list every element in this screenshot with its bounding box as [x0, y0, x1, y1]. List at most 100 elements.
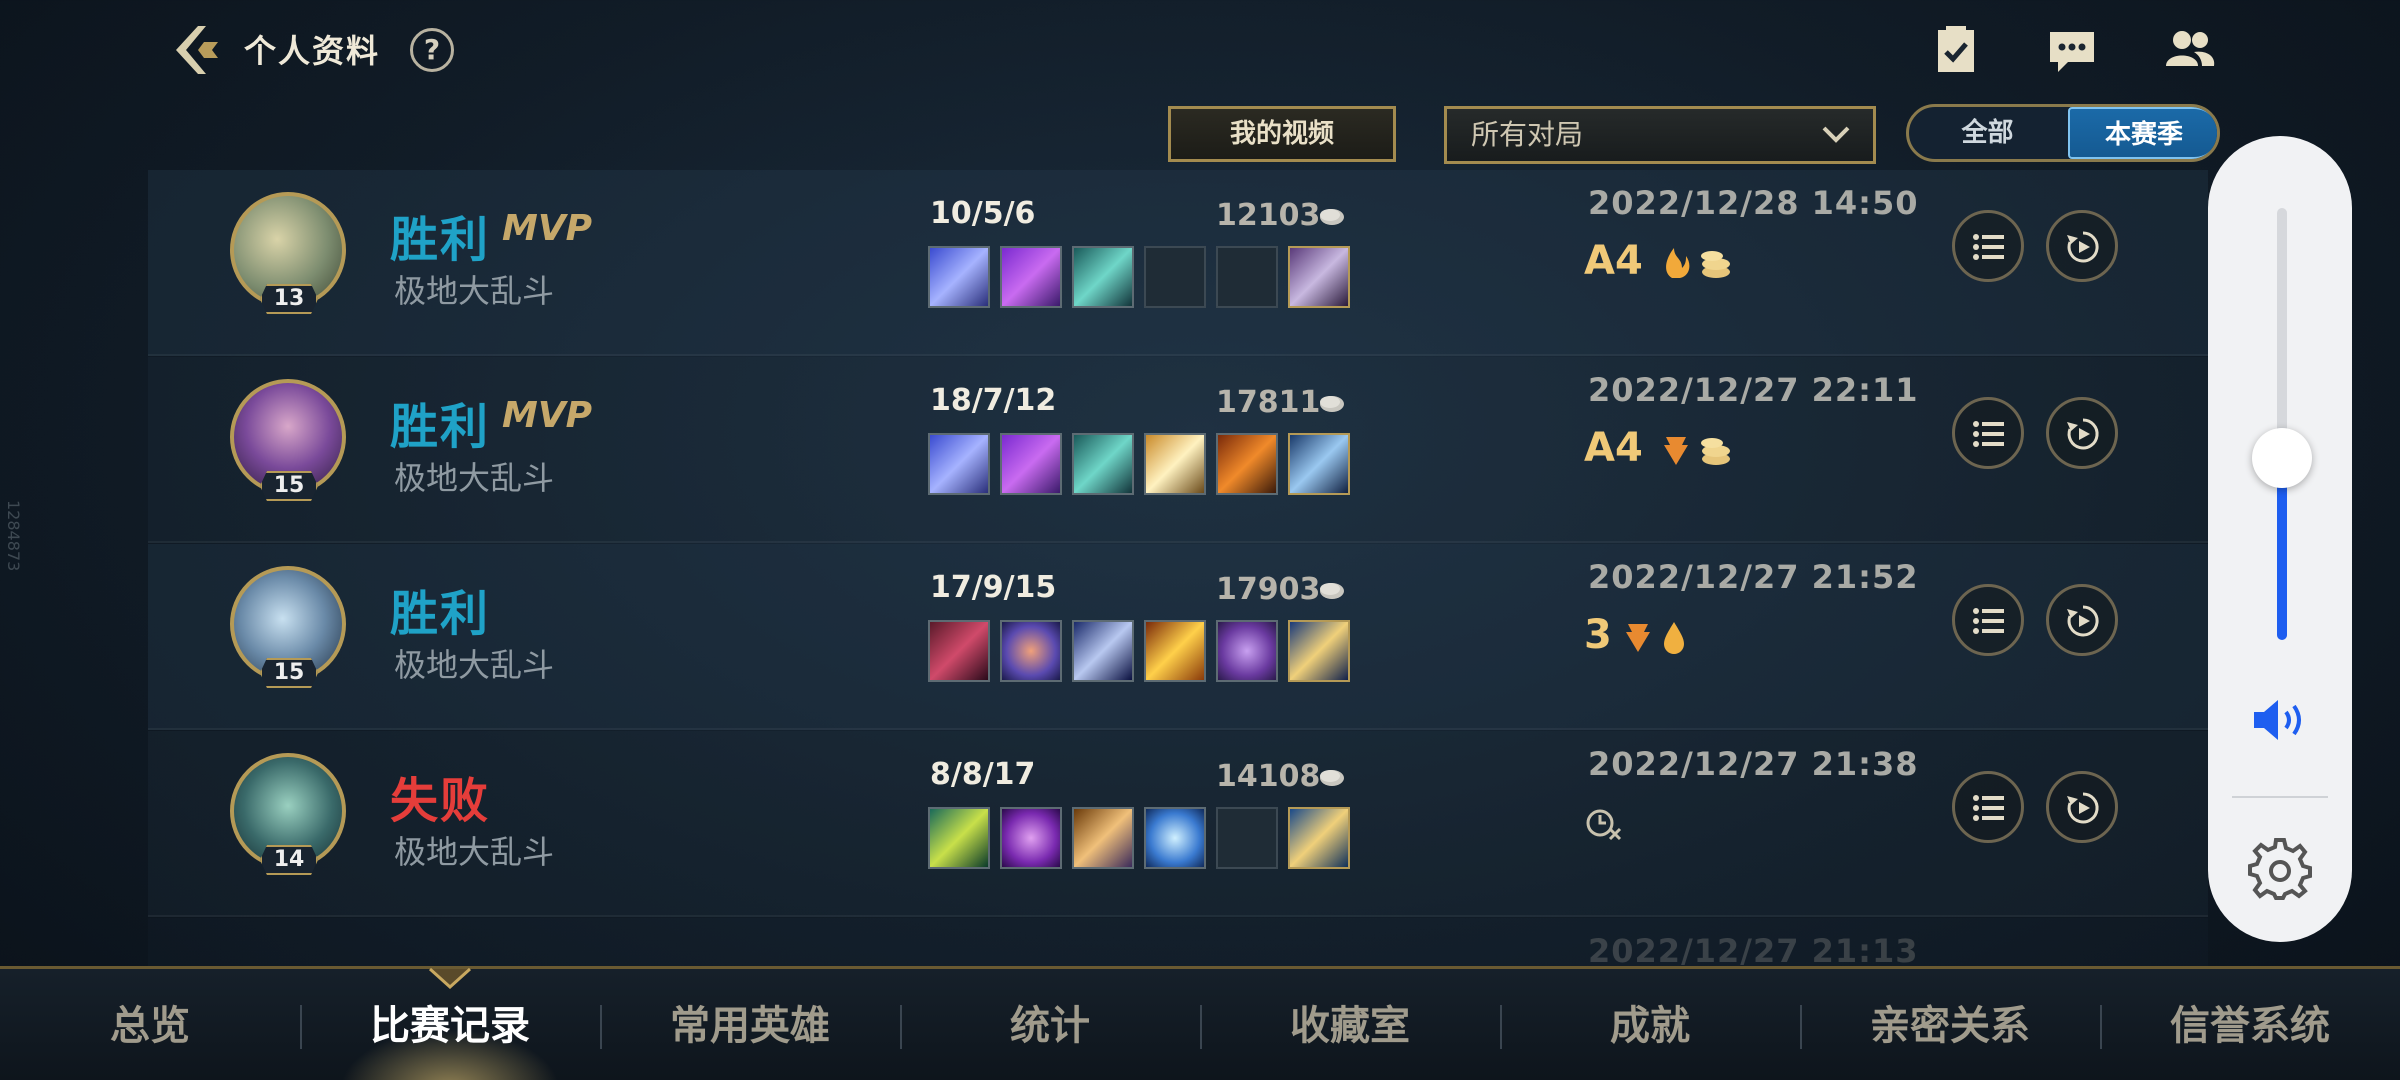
- gold-earned: 14108: [1216, 759, 1321, 794]
- volume-slider-knob[interactable]: [2252, 428, 2312, 488]
- item-slot: [928, 246, 990, 308]
- tower-coins-icon: [1664, 437, 1730, 465]
- item-slot-empty: [1216, 246, 1278, 308]
- gold-earned: 17903: [1216, 572, 1321, 607]
- trinket-slot: [1288, 620, 1350, 682]
- trinket-slot: [1288, 433, 1350, 495]
- match-result: 胜利: [390, 586, 491, 642]
- replay-button[interactable]: [2046, 584, 2118, 656]
- champion-level: 14: [260, 845, 318, 875]
- match-details-button[interactable]: [1952, 771, 2024, 843]
- chevron-down-icon: [1822, 126, 1850, 143]
- volume-panel[interactable]: [2208, 136, 2352, 942]
- item-slot: [1072, 807, 1134, 869]
- page-title: 个人资料: [244, 32, 381, 70]
- volume-divider: [2232, 796, 2328, 798]
- badge-text: A4: [1584, 425, 1643, 471]
- gold-coin-icon: [1320, 396, 1344, 412]
- toggle-current-season[interactable]: 本赛季: [2068, 107, 2217, 159]
- gold-earned: 12103: [1216, 198, 1321, 233]
- back-button[interactable]: [168, 20, 228, 80]
- match-datetime: 2022/12/27 21:13: [1588, 932, 1919, 966]
- help-icon[interactable]: ?: [410, 28, 454, 72]
- gear-icon[interactable]: [2248, 836, 2312, 900]
- champion-level: 15: [260, 658, 318, 688]
- tab-overview[interactable]: 总览: [0, 969, 300, 1080]
- item-slot: [1144, 433, 1206, 495]
- item-slot-empty: [1144, 246, 1206, 308]
- replay-icon: [2067, 605, 2099, 637]
- list-icon: [1973, 234, 2004, 260]
- kda: 17/9/15: [930, 570, 1057, 605]
- match-row[interactable]: 15 胜利 极地大乱斗 17/9/15 17903 2022/12/27 21:…: [148, 544, 2208, 730]
- tab-relationships[interactable]: 亲密关系: [1800, 969, 2100, 1080]
- match-row[interactable]: 15 胜利 MVP 极地大乱斗 18/7/12 17811 2022/12/27…: [148, 357, 2208, 543]
- tab-collection[interactable]: 收藏室: [1200, 969, 1500, 1080]
- item-slot: [1144, 807, 1206, 869]
- match-datetime: 2022/12/27 21:52: [1588, 558, 1919, 596]
- mvp-badge: MVP: [502, 395, 593, 436]
- friends-icon[interactable]: [2162, 22, 2218, 78]
- tab-achievements[interactable]: 成就: [1500, 969, 1800, 1080]
- toggle-all[interactable]: 全部: [1909, 107, 2066, 159]
- match-result: 胜利: [390, 399, 491, 455]
- item-slot: [1000, 807, 1062, 869]
- item-slot: [1216, 433, 1278, 495]
- trinket-slot: [1288, 246, 1350, 308]
- replay-button[interactable]: [2046, 771, 2118, 843]
- match-row[interactable]: 14 失败 极地大乱斗 8/8/17 14108 2022/12/27 21:3…: [148, 731, 2208, 917]
- my-videos-button[interactable]: 我的视频: [1168, 106, 1396, 162]
- tab-match-history[interactable]: 比赛记录: [300, 969, 600, 1080]
- match-type-value: 所有对局: [1471, 118, 1584, 151]
- replay-button[interactable]: [2046, 397, 2118, 469]
- speaker-icon[interactable]: [2250, 696, 2310, 744]
- match-details-button[interactable]: [1952, 397, 2024, 469]
- tab-favorite-champions[interactable]: 常用英雄: [600, 969, 900, 1080]
- list-icon: [1973, 421, 2004, 447]
- gold-coin-icon: [1320, 770, 1344, 786]
- season-toggle[interactable]: 全部 本赛季: [1906, 104, 2220, 162]
- chat-icon[interactable]: [2044, 22, 2100, 78]
- replay-button[interactable]: [2046, 210, 2118, 282]
- item-slot: [1000, 620, 1062, 682]
- match-datetime: 2022/12/27 21:38: [1588, 745, 1919, 783]
- bottom-tab-bar: 总览 比赛记录 常用英雄 统计 收藏室 成就 亲密关系 信誉系统: [0, 966, 2400, 1080]
- item-slot-empty: [1216, 807, 1278, 869]
- match-row[interactable]: 13 胜利 MVP 极地大乱斗 10/5/6 12103 2022/12/28 …: [148, 170, 2208, 356]
- checklist-icon[interactable]: [1928, 22, 1984, 78]
- champion-level: 15: [260, 471, 318, 501]
- side-watermark: 1284873: [4, 500, 23, 572]
- gold-coin-icon: [1320, 583, 1344, 599]
- fire-coins-icon: [1666, 248, 1730, 278]
- match-details-button[interactable]: [1952, 584, 2024, 656]
- item-slot: [928, 807, 990, 869]
- item-slot: [1000, 246, 1062, 308]
- list-icon: [1973, 608, 2004, 634]
- match-type-select[interactable]: 所有对局: [1444, 106, 1876, 164]
- kda: 10/5/6: [930, 196, 1036, 231]
- game-mode: 极地大乱斗: [394, 833, 555, 871]
- item-slot: [1216, 620, 1278, 682]
- back-arrow-icon: [176, 26, 218, 74]
- item-slot: [928, 620, 990, 682]
- replay-icon: [2067, 231, 2099, 263]
- replay-icon: [2067, 792, 2099, 824]
- match-datetime: 2022/12/28 14:50: [1588, 184, 1919, 222]
- gold-coin-icon: [1320, 209, 1344, 225]
- badge-text: A4: [1584, 238, 1643, 284]
- match-list[interactable]: 13 胜利 MVP 极地大乱斗 10/5/6 12103 2022/12/28 …: [148, 170, 2208, 966]
- item-slot: [928, 433, 990, 495]
- item-slot: [1072, 620, 1134, 682]
- tab-statistics[interactable]: 统计: [900, 969, 1200, 1080]
- kda: 18/7/12: [930, 383, 1057, 418]
- badge-text: 3: [1584, 612, 1612, 658]
- match-details-button[interactable]: [1952, 210, 2024, 282]
- tab-honor-system[interactable]: 信誉系统: [2100, 969, 2400, 1080]
- game-mode: 极地大乱斗: [394, 459, 555, 497]
- item-slot: [1144, 620, 1206, 682]
- item-slot: [1072, 246, 1134, 308]
- early-surrender-icon: [1586, 809, 1622, 841]
- champion-level: 13: [260, 284, 318, 314]
- match-row[interactable]: 2022/12/27 21:13: [148, 918, 2208, 966]
- game-mode: 极地大乱斗: [394, 646, 555, 684]
